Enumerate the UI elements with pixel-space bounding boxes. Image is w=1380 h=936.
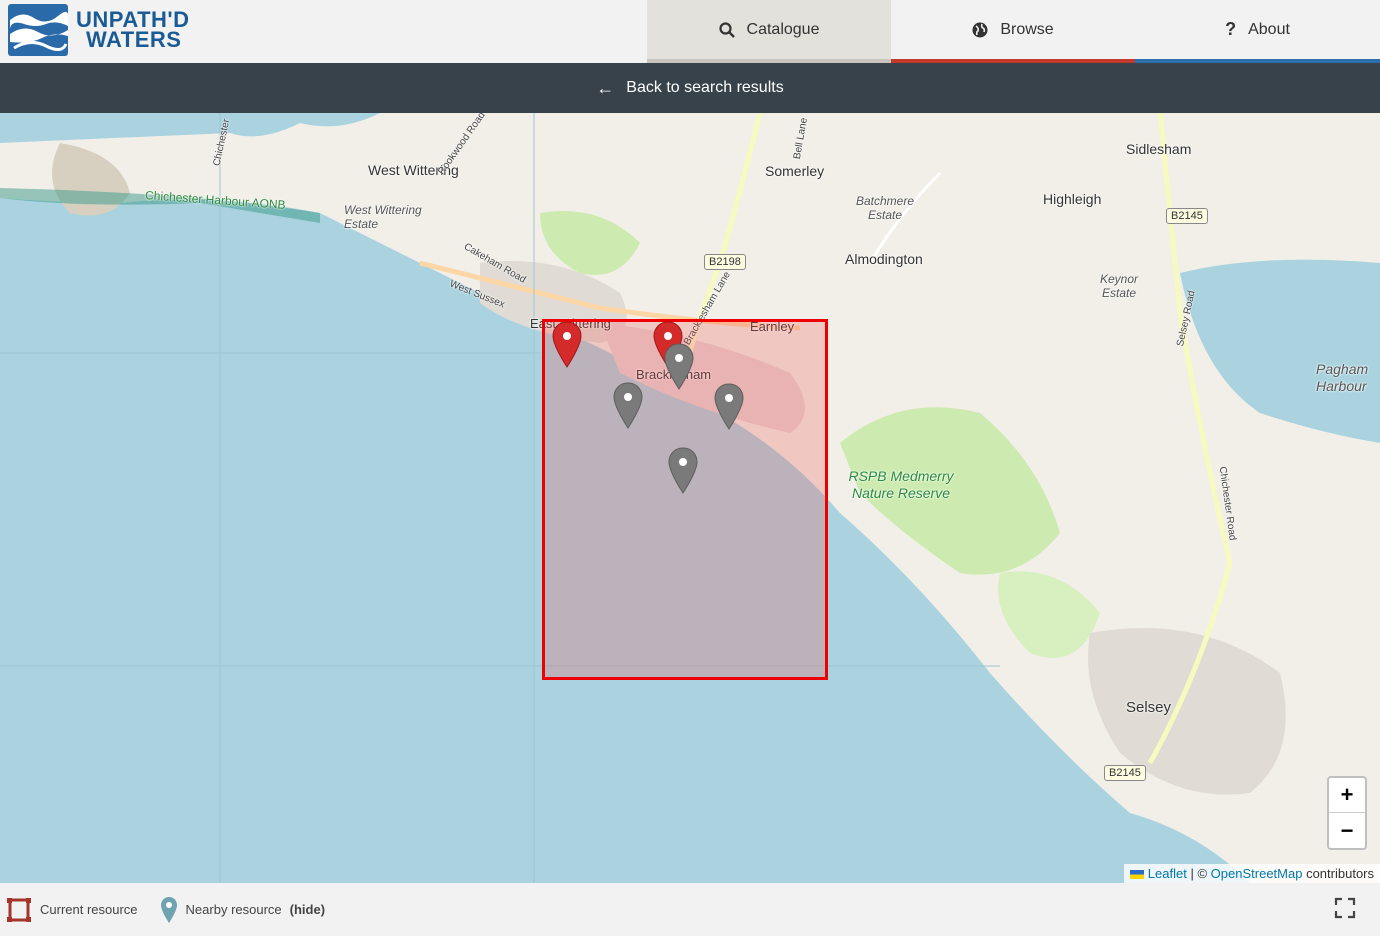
ukraine-flag-icon bbox=[1129, 870, 1144, 880]
wave-logo-icon bbox=[8, 4, 69, 56]
place-somerley: Somerley bbox=[765, 163, 825, 179]
nav-about[interactable]: ? About bbox=[1135, 0, 1380, 63]
back-to-results-label: Back to search results bbox=[626, 79, 784, 96]
road-shield-b2145-north: B2145 bbox=[1166, 208, 1208, 224]
attribution-separator: | © bbox=[1190, 866, 1208, 881]
fullscreen-icon[interactable] bbox=[1334, 897, 1356, 922]
question-icon: ? bbox=[1225, 19, 1237, 39]
place-almodington: Almodington bbox=[845, 251, 923, 267]
legend-nearby-resource: Nearby resource (hide) bbox=[160, 896, 325, 924]
zoom-control: + − bbox=[1327, 776, 1367, 850]
back-to-results-bar[interactable]: ← Back to search results bbox=[0, 63, 1380, 113]
place-selsey: Selsey bbox=[1126, 699, 1172, 716]
nearby-resource-pin[interactable] bbox=[664, 343, 694, 391]
place-batchmere-estate: Batchmere Estate bbox=[855, 194, 915, 222]
nav-browse-label: Browse bbox=[1000, 20, 1054, 38]
logo-text: UNPATH'D WATERS bbox=[76, 9, 190, 52]
place-pagham-harbour: Pagham Harbour bbox=[1316, 361, 1369, 394]
legend-current-resource: Current resource bbox=[6, 897, 138, 923]
globe-icon bbox=[972, 22, 988, 38]
boundary-shape-icon bbox=[7, 897, 31, 922]
nav-browse[interactable]: Browse bbox=[891, 0, 1135, 63]
map-pin-icon bbox=[160, 896, 177, 923]
zoom-out-button[interactable]: − bbox=[1329, 813, 1365, 848]
place-west-wittering-estate: West Wittering Estate bbox=[344, 203, 422, 231]
leaflet-link[interactable]: Leaflet bbox=[1148, 866, 1187, 881]
openstreetmap-link[interactable]: OpenStreetMap bbox=[1211, 866, 1303, 881]
nearby-resource-pin[interactable] bbox=[668, 447, 698, 495]
place-highleigh: Highleigh bbox=[1043, 191, 1102, 207]
nearby-resource-pin[interactable] bbox=[613, 382, 643, 430]
road-shield-b2145-south: B2145 bbox=[1104, 765, 1146, 781]
current-resource-pin[interactable] bbox=[552, 321, 582, 369]
logo-line2: WATERS bbox=[86, 27, 182, 52]
header: UNPATH'D WATERS Catalogue Browse ? About bbox=[0, 0, 1380, 63]
zoom-in-button[interactable]: + bbox=[1329, 778, 1365, 813]
place-keynor-estate: Keynor Estate bbox=[1099, 272, 1139, 300]
map-attribution: Leaflet | © OpenStreetMap contributors bbox=[1123, 864, 1380, 883]
site-logo[interactable]: UNPATH'D WATERS bbox=[6, 2, 196, 58]
place-rspb-medmerry: RSPB Medmerry Nature Reserve bbox=[848, 468, 954, 501]
hide-nearby-toggle[interactable]: (hide) bbox=[290, 902, 325, 917]
nav-catalogue[interactable]: Catalogue bbox=[647, 0, 891, 63]
map-legend: Current resource Nearby resource (hide) bbox=[0, 883, 1380, 936]
arrow-left-icon: ← bbox=[596, 77, 615, 98]
nearby-resource-pin[interactable] bbox=[714, 383, 744, 431]
nav-catalogue-label: Catalogue bbox=[746, 20, 820, 38]
road-shield-b2198: B2198 bbox=[704, 254, 746, 270]
place-sidlesham: Sidlesham bbox=[1126, 141, 1192, 157]
search-icon bbox=[718, 21, 735, 38]
legend-nearby-label: Nearby resource bbox=[185, 902, 282, 917]
nav-about-label: About bbox=[1248, 20, 1290, 38]
attribution-contributors: contributors bbox=[1306, 866, 1374, 881]
map-view[interactable]: West Wittering Somerley Sidlesham Highle… bbox=[0, 113, 1380, 883]
legend-current-label: Current resource bbox=[40, 902, 138, 917]
